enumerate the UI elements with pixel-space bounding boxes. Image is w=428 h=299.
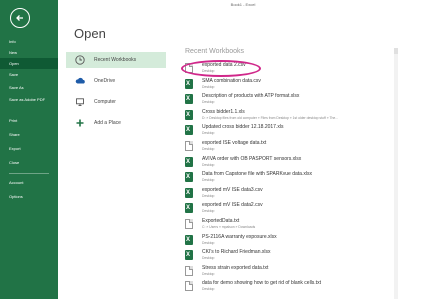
place-label: OneDrive	[94, 78, 116, 84]
text-file-icon	[185, 265, 193, 276]
file-name: PS-2116A warranty exposure.xlsx	[202, 233, 277, 240]
file-path: Desktop	[202, 287, 215, 292]
file-name: exported ISE voltage data.txt	[202, 140, 267, 146]
recent-workbooks-header: Recent Workbooks	[185, 48, 245, 55]
file-name: CKI's to Richard Friedman.xlsx	[202, 249, 271, 256]
file-path: Desktop	[202, 100, 215, 105]
file-name: data for demo showing how to get rid of …	[202, 280, 321, 287]
nav-open[interactable]: Open	[0, 58, 58, 69]
nav-save[interactable]: Save	[0, 69, 58, 80]
file-name: ExportedData.txt	[202, 218, 240, 224]
place-onedrive[interactable]: OneDrive	[66, 73, 166, 89]
nav-export[interactable]: Export	[0, 143, 58, 154]
place-label: Recent Workbooks	[94, 57, 137, 63]
file-name: exported mV ISE data3.csv	[202, 186, 263, 193]
nav-options[interactable]: Options	[0, 191, 58, 202]
computer-icon	[76, 98, 84, 107]
file-path: D: » Desktop files from old computer » F…	[202, 115, 339, 120]
place-label: Add a Place	[94, 120, 121, 126]
file-name: Data from Capstone file with SPARKvue da…	[202, 171, 312, 178]
cloud-icon	[75, 77, 85, 84]
excel-file-icon	[185, 125, 193, 136]
nav-save-as[interactable]: Save As	[0, 82, 58, 93]
file-path: Desktop	[202, 84, 215, 89]
file-path: Desktop	[202, 271, 215, 276]
file-name: Stress strain exported data.txt	[202, 264, 269, 271]
annotation-circle	[181, 60, 261, 77]
nav-info[interactable]: Info	[0, 36, 58, 47]
recent-file-row[interactable]: Description of products with ATP format.…	[183, 92, 393, 107]
excel-file-icon	[185, 203, 193, 214]
excel-file-icon	[185, 94, 193, 105]
excel-file-icon	[185, 234, 193, 245]
place-computer[interactable]: Computer	[66, 94, 166, 110]
place-label: Computer	[94, 99, 116, 105]
window-title: Book1 - Excel	[230, 2, 256, 7]
file-path: C: » Users » mpalson » Downloads	[202, 225, 256, 229]
text-file-icon	[185, 219, 193, 229]
file-path: Desktop	[202, 178, 215, 183]
nav-print[interactable]: Print	[0, 115, 58, 126]
recent-file-row[interactable]: Data from Capstone file with SPARKvue da…	[183, 170, 393, 185]
nav-account[interactable]: Account	[0, 177, 58, 188]
file-name: SMA combination data.csv	[202, 77, 261, 84]
nav-save-as-adobe-pdf[interactable]: Save as Adobe PDF	[0, 96, 58, 110]
file-path: Desktop	[202, 147, 215, 151]
nav-divider	[9, 173, 49, 174]
recent-file-row[interactable]: exported mV ISE data3.csvDesktop	[183, 186, 393, 201]
excel-file-icon	[185, 187, 193, 198]
file-path: Desktop	[202, 162, 215, 167]
recent-file-row[interactable]: exported mV ISE data2.csvDesktop	[183, 201, 393, 216]
recent-file-row[interactable]: Updated cross bidder 12.18.2017.xlsDeskt…	[183, 123, 393, 138]
recent-file-row[interactable]: data for demo showing how to get rid of …	[183, 279, 393, 294]
excel-file-icon	[185, 109, 193, 120]
plus-icon	[76, 119, 84, 127]
recent-file-row[interactable]: ExportedData.txt C: » Users » mpalson » D…	[183, 217, 393, 232]
recent-file-row[interactable]: exported ISE voltage data.txt Desktop	[183, 139, 393, 154]
recent-file-row[interactable]: CKI's to Richard Friedman.xlsxDesktop	[183, 248, 393, 263]
excel-file-icon	[185, 156, 193, 167]
file-path: Desktop	[202, 193, 215, 198]
recent-file-row[interactable]: AVIVA order with OB PASPORT sensors.xlsx…	[183, 155, 393, 170]
nav-share[interactable]: Share	[0, 129, 58, 140]
recent-file-row[interactable]: SMA combination data.csvDesktop	[183, 77, 393, 92]
page-title: Open	[74, 26, 106, 41]
scrollbar[interactable]	[394, 48, 398, 299]
backstage-sidebar: Info New Open Save Save As Save as Adobe…	[0, 0, 58, 299]
place-add-a-place[interactable]: Add a Place	[66, 115, 166, 131]
file-name: Description of products with ATP format.…	[202, 93, 300, 100]
excel-file-icon	[185, 250, 193, 261]
file-name: exported mV ISE data2.csv	[202, 202, 263, 209]
nav-close[interactable]: Close	[0, 157, 58, 168]
file-path: Desktop	[202, 240, 215, 245]
excel-file-icon	[185, 78, 193, 89]
recent-file-row[interactable]: PS-2116A warranty exposure.xlsxDesktop	[183, 233, 393, 248]
file-path: Desktop	[202, 256, 215, 261]
clock-icon	[75, 55, 85, 65]
text-file-icon	[185, 281, 193, 292]
file-name: AVIVA order with OB PASPORT sensors.xlsx	[202, 155, 302, 162]
back-arrow-icon[interactable]	[10, 8, 30, 28]
excel-file-icon	[185, 172, 193, 183]
nav-new[interactable]: New	[0, 47, 58, 58]
place-recent-workbooks[interactable]: Recent Workbooks	[66, 52, 166, 68]
file-name: Cross bidder1.1.xls	[202, 108, 245, 115]
file-path: Desktop	[202, 131, 215, 136]
scroll-up-arrow[interactable]	[394, 48, 398, 54]
text-file-icon	[185, 141, 193, 151]
file-name: Updated cross bidder 12.18.2017.xls	[202, 124, 284, 131]
recent-file-row[interactable]: Cross bidder1.1.xlsD: » Desktop files fr…	[183, 108, 393, 123]
recent-file-row[interactable]: Stress strain exported data.txt Desktop	[183, 264, 393, 279]
file-path: Desktop	[202, 209, 215, 214]
